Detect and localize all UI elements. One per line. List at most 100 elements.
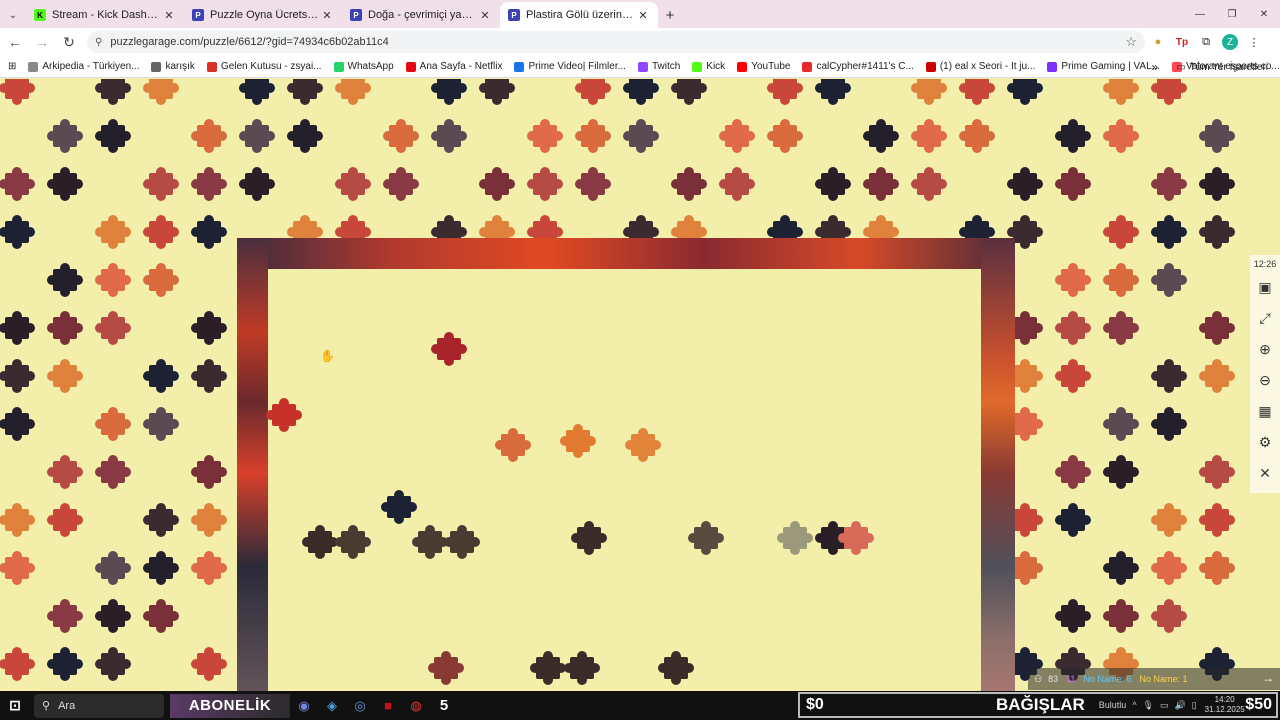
puzzle-piece[interactable]	[1150, 263, 1188, 297]
puzzle-piece[interactable]	[430, 79, 468, 105]
puzzle-piece[interactable]	[1150, 215, 1188, 249]
puzzle-piece[interactable]	[334, 525, 372, 559]
puzzle-piece[interactable]	[814, 167, 852, 201]
grid-sort-icon[interactable]: ▦	[1253, 398, 1277, 424]
puzzle-piece[interactable]	[94, 215, 132, 249]
puzzle-piece[interactable]	[190, 455, 228, 489]
bookmark-item[interactable]: Prime Gaming | VAL...	[1047, 61, 1160, 72]
puzzle-piece[interactable]	[0, 551, 36, 585]
puzzle-piece[interactable]	[718, 167, 756, 201]
puzzle-piece[interactable]	[1054, 455, 1092, 489]
puzzle-piece[interactable]	[0, 79, 36, 105]
puzzle-piece[interactable]	[0, 503, 36, 537]
puzzle-piece[interactable]	[910, 79, 948, 105]
puzzle-piece[interactable]	[190, 311, 228, 345]
tray-chevron-icon[interactable]: ^	[1132, 700, 1136, 710]
players-next-arrow-icon[interactable]: →	[1262, 671, 1274, 685]
puzzle-piece[interactable]	[142, 407, 180, 441]
puzzle-piece[interactable]	[1198, 167, 1236, 201]
close-icon[interactable]: ✕	[1253, 460, 1277, 486]
restore-icon[interactable]: ❐	[1216, 0, 1248, 28]
bookmark-item[interactable]: Gelen Kutusu - zsyai...	[206, 61, 322, 72]
taskbar-search[interactable]: ⚲ Ara	[34, 693, 164, 718]
puzzle-piece[interactable]	[1102, 311, 1140, 345]
puzzle-piece[interactable]	[1150, 407, 1188, 441]
puzzle-piece[interactable]	[1198, 455, 1236, 489]
puzzle-piece[interactable]	[574, 167, 612, 201]
puzzle-piece[interactable]	[0, 215, 36, 249]
puzzle-piece[interactable]	[0, 647, 36, 681]
puzzle-piece[interactable]	[1102, 79, 1140, 105]
settings-icon[interactable]: ⚙	[1253, 429, 1277, 455]
puzzle-piece[interactable]	[1198, 119, 1236, 153]
puzzle-piece[interactable]	[0, 407, 36, 441]
puzzle-piece[interactable]	[570, 521, 608, 555]
puzzle-piece[interactable]	[238, 167, 276, 201]
puzzle-piece[interactable]	[94, 647, 132, 681]
puzzle-piece[interactable]	[443, 525, 481, 559]
puzzle-piece[interactable]	[776, 521, 814, 555]
puzzle-piece[interactable]	[46, 455, 84, 489]
bookmark-star-icon[interactable]: ☆	[1125, 34, 1137, 50]
puzzle-piece[interactable]	[142, 79, 180, 105]
new-tab-button[interactable]: +	[658, 2, 682, 28]
browser-tab[interactable]: P Plastira Gölü üzerinde gün batı✕	[500, 2, 658, 28]
board-empty-area[interactable]	[268, 269, 981, 691]
record-icon[interactable]: ◍	[402, 691, 430, 720]
puzzle-piece[interactable]	[910, 119, 948, 153]
puzzle-piece[interactable]	[1102, 455, 1140, 489]
url-text[interactable]: puzzlegarage.com/puzzle/6612/?gid=74934c…	[110, 36, 1125, 48]
puzzle-piece[interactable]	[238, 79, 276, 105]
puzzle-piece[interactable]	[958, 119, 996, 153]
bookmark-item[interactable]: WhatsApp	[333, 61, 394, 72]
puzzle-piece[interactable]	[142, 215, 180, 249]
puzzle-piece[interactable]	[526, 167, 564, 201]
puzzle-piece[interactable]	[142, 263, 180, 297]
bookmark-item[interactable]: YouTube	[737, 61, 790, 72]
puzzle-piece[interactable]	[1054, 263, 1092, 297]
network-icon[interactable]: ▭	[1160, 700, 1169, 711]
puzzle-piece[interactable]	[0, 167, 36, 201]
puzzle-piece[interactable]	[46, 599, 84, 633]
puzzle-piece[interactable]	[427, 651, 465, 685]
puzzle-piece[interactable]	[526, 119, 564, 153]
puzzle-piece[interactable]	[94, 311, 132, 345]
bookmark-item[interactable]: Ana Sayfa - Netflix	[405, 61, 502, 72]
battery-icon[interactable]: ▯	[1192, 700, 1197, 711]
puzzle-piece[interactable]	[46, 647, 84, 681]
puzzle-piece[interactable]	[142, 503, 180, 537]
puzzle-piece[interactable]	[622, 119, 660, 153]
puzzle-piece[interactable]	[1198, 215, 1236, 249]
puzzle-piece[interactable]	[94, 119, 132, 153]
puzzle-piece[interactable]	[670, 167, 708, 201]
puzzle-piece[interactable]	[1102, 599, 1140, 633]
start-button[interactable]: ⊡	[0, 691, 30, 720]
puzzle-piece[interactable]	[190, 215, 228, 249]
puzzle-piece[interactable]	[94, 599, 132, 633]
puzzle-piece[interactable]	[1054, 311, 1092, 345]
puzzle-piece[interactable]	[94, 263, 132, 297]
puzzle-piece[interactable]	[862, 119, 900, 153]
puzzle-piece[interactable]	[1198, 359, 1236, 393]
tab-search-chevron-icon[interactable]: ⌄	[0, 2, 26, 28]
puzzle-piece[interactable]	[430, 119, 468, 153]
puzzle-piece[interactable]	[94, 79, 132, 105]
puzzle-piece[interactable]	[910, 167, 948, 201]
minimize-icon[interactable]: —	[1184, 0, 1216, 28]
puzzle-piece[interactable]	[94, 407, 132, 441]
puzzle-piece[interactable]	[46, 359, 84, 393]
puzzle-piece[interactable]	[0, 311, 36, 345]
puzzle-piece[interactable]	[430, 332, 468, 366]
puzzle-piece[interactable]	[46, 167, 84, 201]
browser-tab[interactable]: P Puzzle Oyna Ücretsiz - Yetişkinl✕	[184, 2, 342, 28]
site-info-icon[interactable]: ⚲	[95, 37, 102, 48]
puzzle-piece[interactable]	[563, 651, 601, 685]
bookmark-item[interactable]: (1) eal x Seori - It ju...	[925, 61, 1035, 72]
puzzle-piece[interactable]	[46, 263, 84, 297]
address-bar[interactable]: ⚲ puzzlegarage.com/puzzle/6612/?gid=7493…	[87, 31, 1145, 53]
extension-icon[interactable]: ●	[1147, 31, 1169, 53]
tab-close-icon[interactable]: ✕	[320, 9, 334, 22]
puzzle-piece[interactable]	[142, 167, 180, 201]
puzzle-piece[interactable]	[1102, 119, 1140, 153]
fullscreen-icon[interactable]: ⤢	[1253, 305, 1277, 331]
